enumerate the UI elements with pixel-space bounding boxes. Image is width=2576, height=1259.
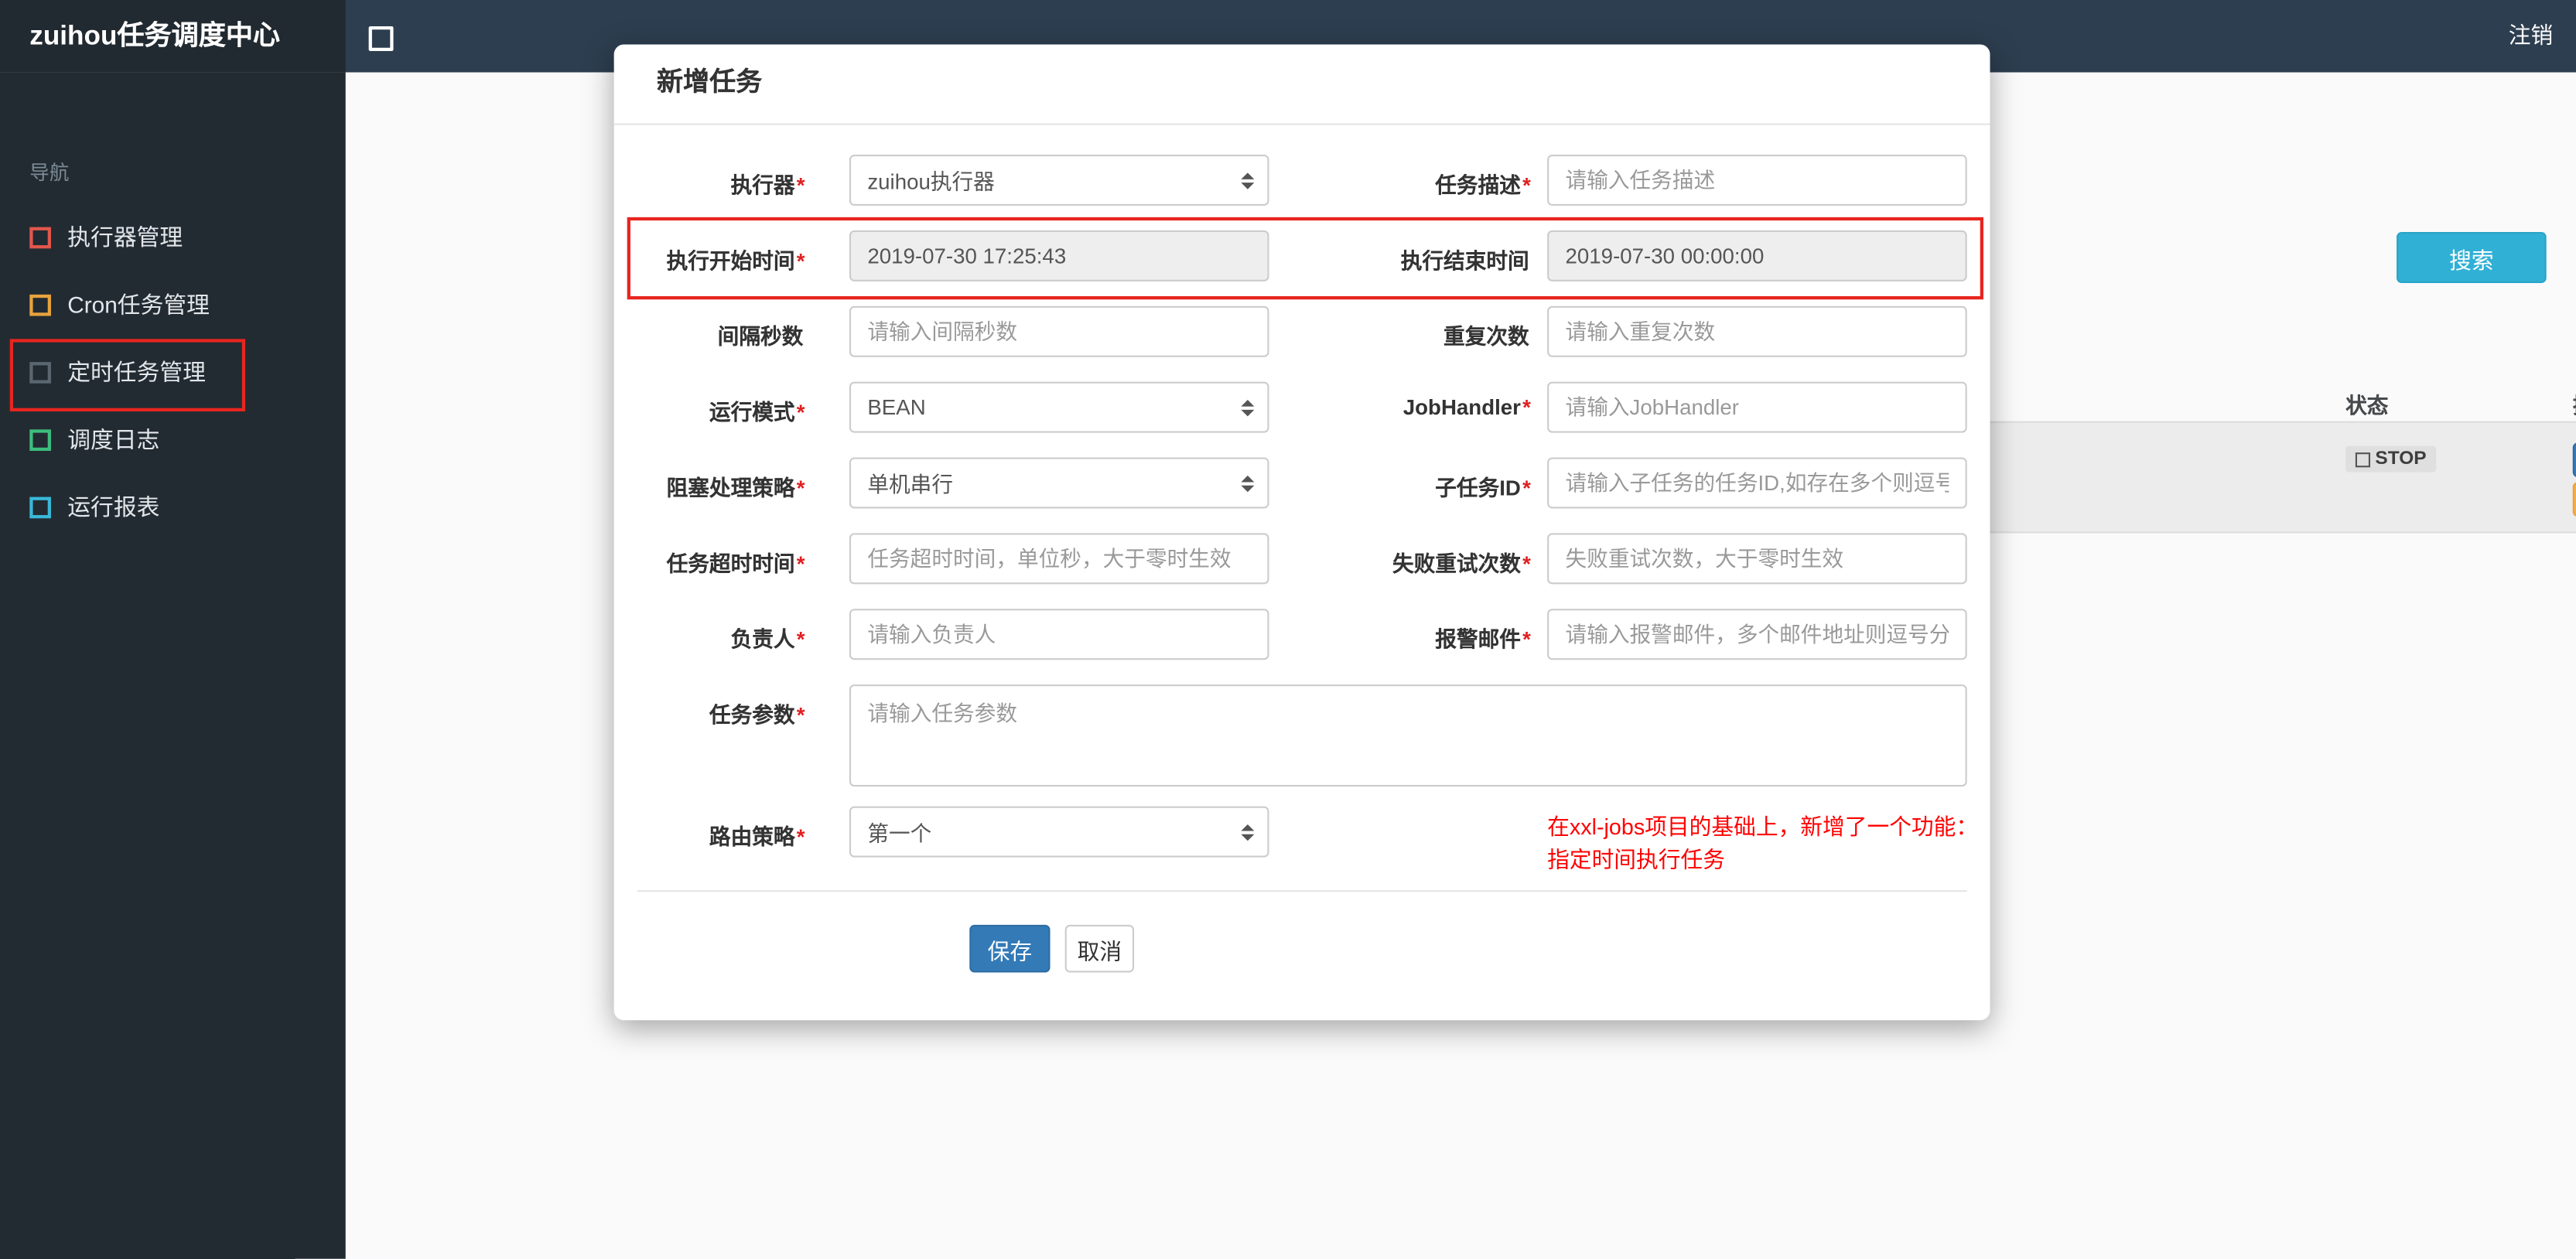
- timeout-input[interactable]: [849, 533, 1269, 585]
- status-badge: STOP: [2345, 445, 2437, 473]
- run-button[interactable]: 执行: [2572, 442, 2576, 478]
- cron-mgmt-icon: [29, 294, 51, 316]
- child-job-label: 子任务ID *: [1435, 475, 1531, 500]
- block-strategy-select[interactable]: 单机串行: [849, 457, 1269, 509]
- stop-square-icon: [2355, 452, 2371, 467]
- job-param-label: 任务参数 *: [709, 702, 805, 728]
- interval-label: 间隔秒数: [717, 324, 804, 350]
- retry-input[interactable]: [1547, 533, 1967, 585]
- owner-label: 负责人 *: [730, 626, 805, 652]
- timeout-label: 任务超时时间 *: [666, 551, 805, 576]
- start-time-input[interactable]: [849, 230, 1269, 281]
- select-caret-icon: [1241, 399, 1254, 415]
- sidebar-toggle-icon[interactable]: [368, 26, 394, 51]
- route-strategy-label: 路由策略 *: [709, 824, 805, 849]
- owner-input[interactable]: [849, 609, 1269, 660]
- child-job-input[interactable]: [1547, 457, 1967, 509]
- app-brand: zuihou任务调度中心: [0, 0, 346, 73]
- route-strategy-select[interactable]: 第一个: [849, 806, 1269, 858]
- start-time-label: 执行开始时间 *: [666, 248, 805, 274]
- executor-mgmt-icon: [29, 227, 51, 249]
- interval-input[interactable]: [849, 305, 1269, 357]
- cancel-button[interactable]: 取消: [1064, 924, 1135, 973]
- job-handler-label: JobHandler *: [1402, 394, 1531, 420]
- sidebar-item-timed-task-mgmt[interactable]: 定时任务管理: [0, 339, 346, 406]
- modal-footer-divider: [637, 890, 1967, 892]
- end-time-label: 执行结束时间: [1400, 248, 1529, 274]
- sidebar-item-label: 运行报表: [67, 493, 160, 520]
- sidebar-item-executor-mgmt[interactable]: 执行器管理: [0, 204, 346, 271]
- retry-label: 失败重试次数 *: [1392, 551, 1531, 576]
- select-caret-icon: [1241, 824, 1254, 840]
- end-time-input[interactable]: [1547, 230, 1967, 281]
- edit-button[interactable]: 编辑: [2572, 482, 2576, 517]
- sidebar-nav-header: 导航: [29, 161, 70, 185]
- executor-select[interactable]: zuihou执行器: [849, 155, 1269, 206]
- add-task-modal: 新增任务 执行器* zuihou执行器 任务描述* 执行开始时间* 执行结束时间: [613, 44, 1990, 1021]
- sidebar-item-schedule-log[interactable]: 调度日志: [0, 407, 346, 474]
- logout-link[interactable]: 注销: [2499, 0, 2563, 73]
- job-desc-input[interactable]: [1547, 155, 1967, 206]
- sidebar-item-label: Cron任务管理: [67, 291, 210, 318]
- select-caret-icon: [1241, 172, 1254, 188]
- job-desc-label: 任务描述 *: [1435, 172, 1531, 198]
- executor-label: 执行器 *: [730, 172, 805, 198]
- sidebar: 导航 执行器管理 Cron任务管理 定时任务管理 调度日志 运行报表: [0, 72, 346, 1259]
- timed-task-mgmt-icon: [29, 362, 51, 384]
- job-param-textarea[interactable]: [849, 684, 1967, 787]
- run-mode-label: 运行模式 *: [709, 400, 805, 425]
- alarm-email-input[interactable]: [1547, 609, 1967, 660]
- repeat-input[interactable]: [1547, 305, 1967, 357]
- sidebar-item-label: 定时任务管理: [67, 358, 206, 385]
- schedule-log-icon: [29, 429, 51, 452]
- job-handler-input[interactable]: [1547, 381, 1967, 433]
- modal-header: 新增任务: [613, 44, 1990, 125]
- modal-title: 新增任务: [656, 69, 763, 97]
- feature-note: 在xxl-jobs项目的基础上，新增了一个功能： 指定时间执行任务: [1547, 814, 1979, 872]
- status-text: STOP: [2375, 449, 2427, 469]
- run-report-icon: [29, 496, 51, 519]
- sidebar-item-run-report[interactable]: 运行报表: [0, 474, 346, 541]
- repeat-label: 重复次数: [1443, 324, 1529, 350]
- run-mode-select[interactable]: BEAN: [849, 381, 1269, 433]
- select-caret-icon: [1241, 475, 1254, 491]
- col-header-status: 状态: [2345, 393, 2389, 418]
- sidebar-item-label: 调度日志: [67, 426, 160, 453]
- search-button[interactable]: 搜索: [2397, 232, 2547, 283]
- app-root: zuihou任务调度中心 注销 导航 执行器管理 Cron任务管理 定时任务管理…: [0, 0, 2576, 1259]
- save-button[interactable]: 保存: [969, 924, 1051, 973]
- sidebar-item-label: 执行器管理: [67, 223, 183, 251]
- sidebar-item-cron-mgmt[interactable]: Cron任务管理: [0, 271, 346, 339]
- alarm-email-label: 报警邮件 *: [1435, 626, 1531, 652]
- block-strategy-label: 阻塞处理策略 *: [666, 475, 805, 500]
